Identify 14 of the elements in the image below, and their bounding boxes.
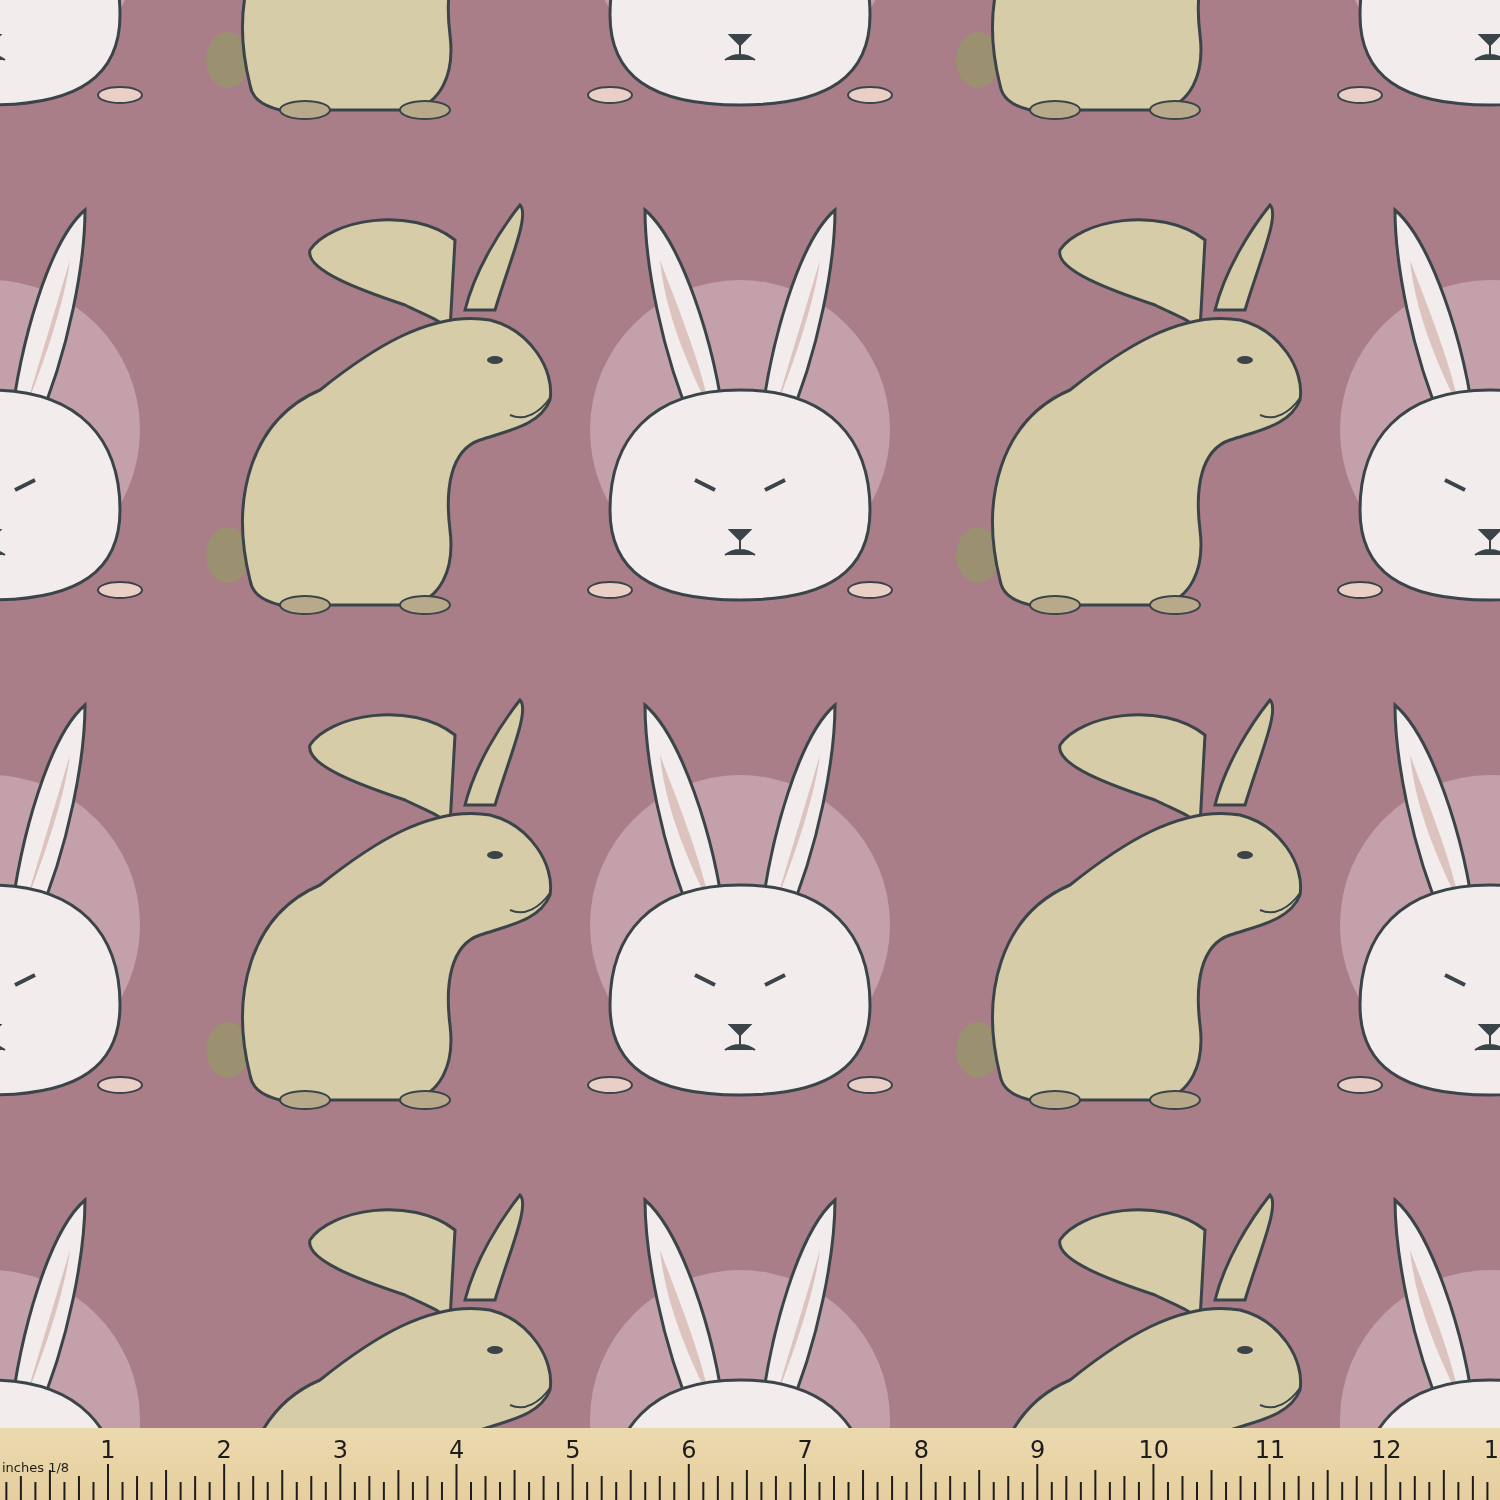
ruler-number: 12 (1370, 1436, 1402, 1464)
ruler-number: 7 (797, 1436, 813, 1464)
ruler-number: 4 (448, 1436, 465, 1464)
unit-label: inches 1/8 (2, 1460, 70, 1475)
ruler-number: 2 (216, 1436, 232, 1464)
ruler-number: 8 (913, 1436, 930, 1464)
ruler-number: 10 (1138, 1436, 1170, 1464)
ruler-number: 1 (100, 1436, 116, 1464)
ruler-number: 9 (1029, 1436, 1046, 1464)
ruler-number: 3 (332, 1436, 349, 1464)
ruler-number: 1 (1483, 1436, 1499, 1464)
ruler-number: 6 (681, 1436, 697, 1464)
ruler-number: 5 (565, 1436, 581, 1464)
ruler-number: 11 (1254, 1436, 1286, 1464)
